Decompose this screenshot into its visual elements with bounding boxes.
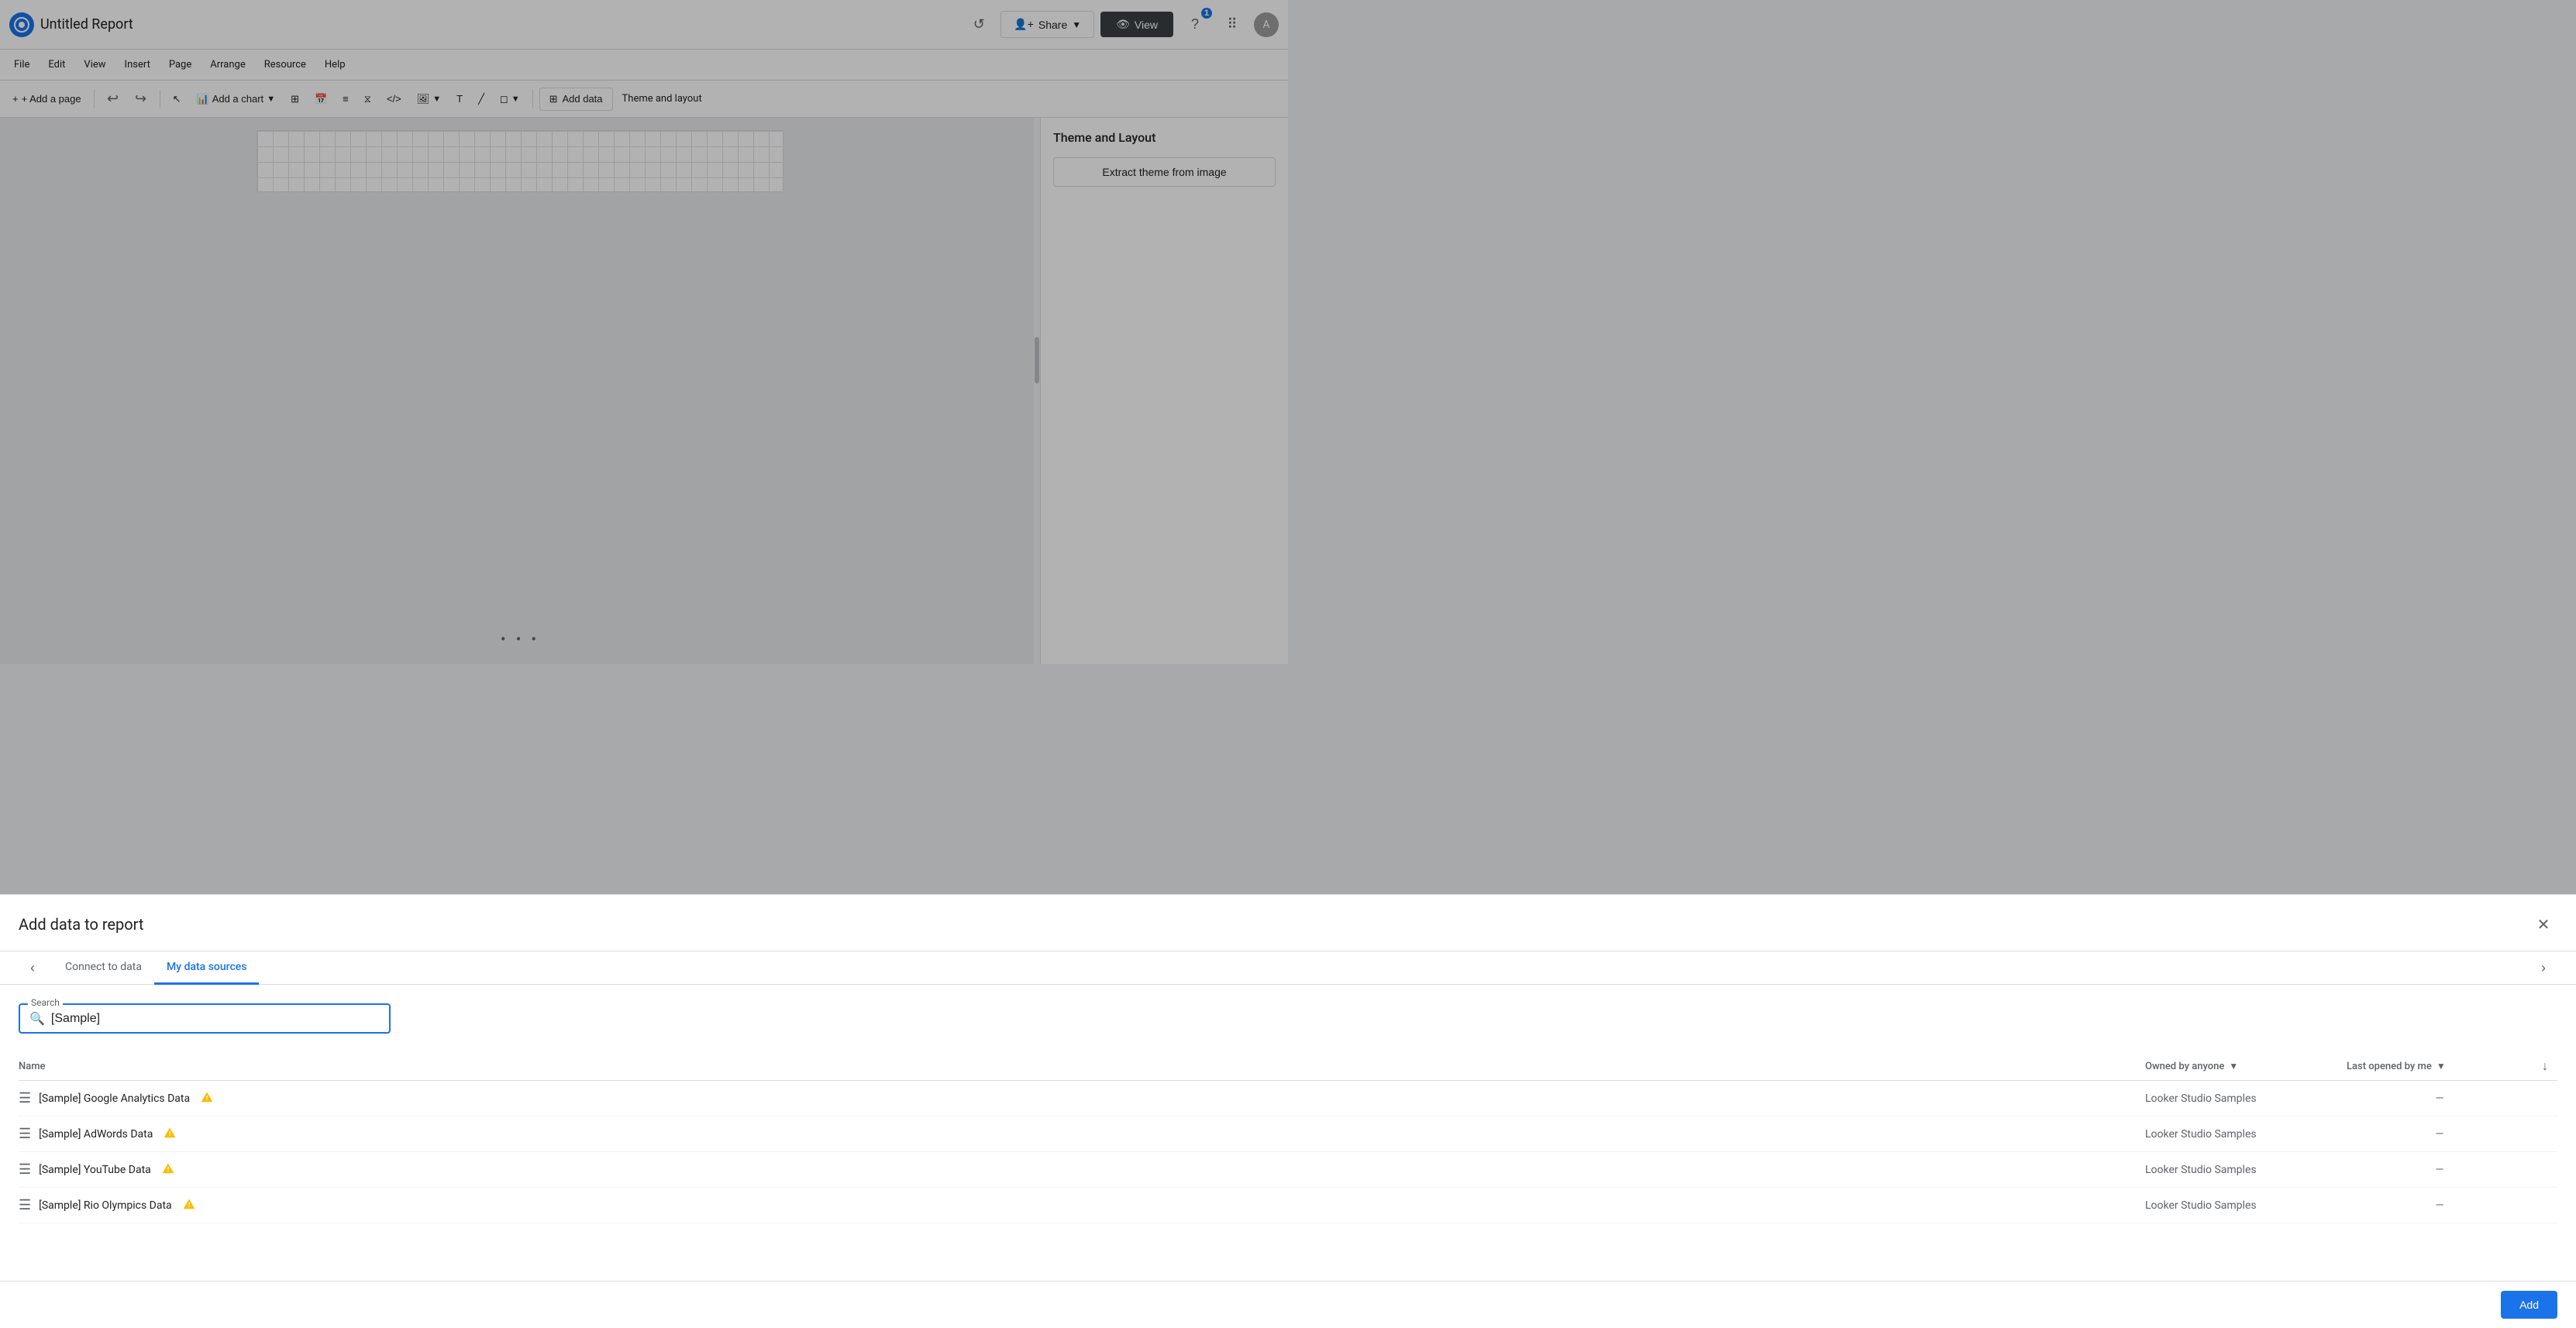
datasource-icon: ☰ [19,1126,31,1142]
row-owned-cell: Looker Studio Samples [2145,1128,2347,1140]
data-table: Name Owned by anyone ▼ Last opened by me… [19,1052,2557,1223]
drive-warning-icon: ! [201,1092,213,1106]
modal-tabs: ‹ Connect to data My data sources › [0,951,2576,985]
row-last-cell: — [2347,1164,2533,1176]
modal-title: Add data to report [19,915,143,934]
col-sort-header[interactable]: ↓ [2533,1058,2557,1074]
search-label: Search [28,997,63,1008]
row-last-cell: — [2347,1199,2533,1212]
add-button[interactable]: Add [2501,1291,2557,1319]
owned-dropdown-icon: ▼ [2229,1061,2238,1072]
row-owned-cell: Looker Studio Samples [2145,1092,2347,1105]
svg-text:!: ! [188,1202,190,1209]
modal-footer: Add [0,1281,2576,1328]
modal-overlay: Add data to report ✕ ‹ Connect to data M… [0,0,2576,1328]
row-last-cell: — [2347,1128,2533,1140]
col-owned-header[interactable]: Owned by anyone ▼ [2145,1061,2347,1072]
table-row[interactable]: ☰ [Sample] Google Analytics Data ! Looke… [19,1081,2557,1116]
modal-body: Search 🔍 Name Owned by anyone ▼ Last ope… [0,985,2576,1281]
datasource-icon: ☰ [19,1197,31,1213]
col-last-header[interactable]: Last opened by me ▼ [2347,1061,2533,1072]
table-row[interactable]: ☰ [Sample] AdWords Data ! Looker Studio … [19,1116,2557,1152]
sort-icon: ↓ [2542,1058,2548,1074]
search-container: Search 🔍 [19,1003,391,1034]
row-name-cell: ☰ [Sample] Google Analytics Data ! [19,1090,2145,1106]
tab-connect-to-data[interactable]: Connect to data [53,951,154,985]
svg-text:!: ! [206,1095,208,1102]
row-name-cell: ☰ [Sample] AdWords Data ! [19,1126,2145,1142]
search-input-wrapper: 🔍 [19,1003,391,1034]
drive-warning-icon: ! [164,1127,176,1141]
modal-close-button[interactable]: ✕ [2530,910,2557,938]
add-data-modal: Add data to report ✕ ‹ Connect to data M… [0,894,2576,1328]
search-input[interactable] [51,1012,380,1026]
drive-warning-icon: ! [162,1163,174,1177]
col-name-header: Name [19,1061,2145,1072]
drive-warning-icon: ! [183,1199,195,1213]
tab-nav-right[interactable]: › [2530,954,2557,982]
modal-header: Add data to report ✕ [0,895,2576,951]
row-name-text: [Sample] Rio Olympics Data [39,1199,172,1212]
row-owned-cell: Looker Studio Samples [2145,1199,2347,1212]
tab-my-data-sources[interactable]: My data sources [154,951,259,985]
row-owned-cell: Looker Studio Samples [2145,1164,2347,1176]
row-name-text: [Sample] Google Analytics Data [39,1092,190,1105]
svg-text:!: ! [169,1130,170,1137]
table-header: Name Owned by anyone ▼ Last opened by me… [19,1052,2557,1081]
row-name-text: [Sample] AdWords Data [39,1128,153,1140]
row-name-cell: ☰ [Sample] Rio Olympics Data ! [19,1197,2145,1213]
search-icon: 🔍 [29,1011,45,1026]
last-dropdown-icon: ▼ [2437,1061,2446,1072]
tab-nav-left[interactable]: ‹ [19,954,46,982]
datasource-icon: ☰ [19,1090,31,1106]
table-row[interactable]: ☰ [Sample] YouTube Data ! Looker Studio … [19,1152,2557,1188]
svg-text:!: ! [167,1166,169,1173]
table-row[interactable]: ☰ [Sample] Rio Olympics Data ! Looker St… [19,1188,2557,1223]
row-name-text: [Sample] YouTube Data [39,1164,151,1176]
datasource-icon: ☰ [19,1161,31,1178]
row-last-cell: — [2347,1092,2533,1105]
row-name-cell: ☰ [Sample] YouTube Data ! [19,1161,2145,1178]
